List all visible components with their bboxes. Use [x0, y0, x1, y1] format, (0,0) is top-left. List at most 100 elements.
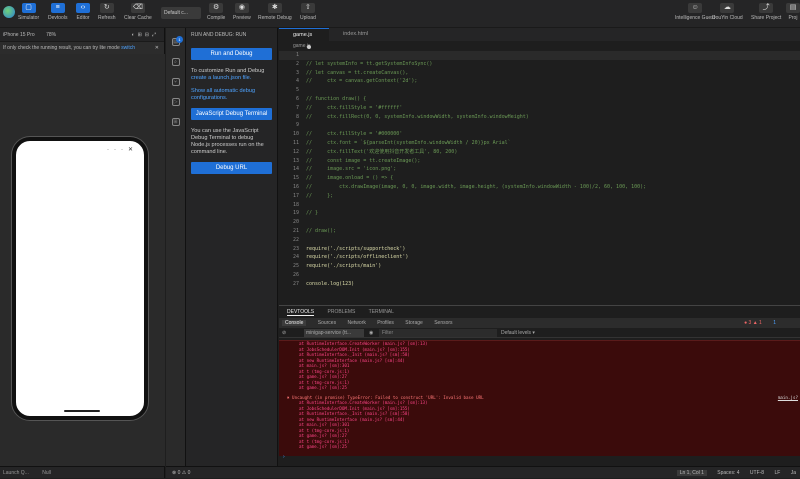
- tab-problems[interactable]: PROBLEMS: [328, 309, 356, 315]
- bottom-panel: DEVTOOLS PROBLEMS TERMINAL Console Sourc…: [279, 305, 800, 466]
- run-debug-icon[interactable]: ▷: [171, 98, 180, 106]
- simulator-button[interactable]: ▢ Simulator: [18, 3, 39, 21]
- intelligence-guest-button[interactable]: ☺ Intelligence Guest: [675, 3, 715, 21]
- tab-game-js[interactable]: game.js: [279, 28, 329, 49]
- douyin-cloud-button[interactable]: ☁ DouYin Cloud: [712, 3, 743, 21]
- customize-text: To customize Run and Debug create a laun…: [191, 68, 265, 81]
- context-select[interactable]: minigap-service (tt...: [304, 329, 364, 337]
- cursor-position[interactable]: Ln 1, Col 1: [676, 470, 707, 476]
- code-line[interactable]: 1: [279, 51, 800, 60]
- issue-counts[interactable]: ● 3 ▲ 1 1: [744, 318, 786, 328]
- code-line[interactable]: 18: [279, 201, 800, 210]
- code-line[interactable]: 11 // ctx.font = `${parseInt(systemInfo.w…: [279, 139, 800, 148]
- source-control-icon[interactable]: ⑂: [171, 78, 180, 86]
- compile-button[interactable]: ⚙ Compile: [207, 3, 225, 21]
- clear-console-icon[interactable]: ⊘: [282, 330, 286, 336]
- tab-storage[interactable]: Storage: [405, 320, 423, 326]
- code-line[interactable]: 14 // image.src = 'icon.png';: [279, 165, 800, 174]
- panel-tabs: DEVTOOLS PROBLEMS TERMINAL: [279, 306, 800, 318]
- remote-debug-button[interactable]: ✱ Remote Debug: [258, 3, 292, 21]
- filter-input[interactable]: Filter: [379, 329, 497, 337]
- code-line[interactable]: 24 require('./scripts/offlineclient'): [279, 253, 800, 262]
- code-text: // image.onload = () => {: [306, 175, 394, 182]
- code-line[interactable]: 15 // image.onload = () => {: [279, 174, 800, 183]
- code-text: // draw();: [306, 227, 337, 234]
- search-icon[interactable]: ⌕: [171, 58, 180, 66]
- device-select[interactable]: iPhone 15 Pro: [3, 32, 35, 38]
- code-line[interactable]: 13 // const image = tt.createImage();: [279, 157, 800, 166]
- code-line[interactable]: 21 // draw();: [279, 227, 800, 236]
- code-line[interactable]: 26: [279, 271, 800, 280]
- code-line[interactable]: 27 console.log(123): [279, 280, 800, 289]
- problems-count[interactable]: ⊗ 0 ⚠ 0: [172, 467, 190, 479]
- encoding[interactable]: UTF-8: [750, 470, 764, 476]
- create-launch-link[interactable]: create a launch.json file.: [191, 75, 251, 81]
- language-mode[interactable]: Ja: [791, 470, 796, 476]
- code-line[interactable]: 9: [279, 121, 800, 130]
- devtools-icon: ≡: [50, 3, 65, 13]
- line-number: 5: [295, 87, 299, 94]
- show-automatic-config-link[interactable]: Show all automatic debug configurations.: [191, 88, 255, 101]
- devtools-button[interactable]: ≡ Devtools: [48, 3, 67, 21]
- indentation[interactable]: Spaces: 4: [717, 470, 739, 476]
- preview-button[interactable]: ◉ Preview: [233, 3, 251, 21]
- tab-console[interactable]: Console: [282, 320, 307, 326]
- devtools-tabs: Console Sources Network Profiles Storage…: [279, 318, 800, 328]
- line-number: 22: [292, 236, 299, 243]
- error-text: ✖ Uncaught (in promise) TypeError: Faile…: [287, 394, 484, 400]
- simulator-tools[interactable]: ◐⊞⊟⤢: [132, 28, 159, 42]
- tab-sensors[interactable]: Sensors: [434, 320, 452, 326]
- code-line[interactable]: 2 // let systemInfo = tt.getSystemInfoSyn…: [279, 60, 800, 69]
- simulator-viewport: ···✕: [0, 54, 165, 466]
- project-button[interactable]: ▤ Proj: [786, 3, 800, 21]
- code-line[interactable]: 22: [279, 236, 800, 245]
- phone-frame[interactable]: ···✕: [12, 137, 148, 420]
- refresh-icon: ↻: [99, 3, 114, 13]
- code-line[interactable]: 7 // ctx.fillStyle = '#ffffff': [279, 104, 800, 113]
- code-lines[interactable]: 1 2// let systemInfo = tt.getSystemInfoSy…: [279, 51, 800, 289]
- code-line[interactable]: 19 // }: [279, 209, 800, 218]
- console-prompt[interactable]: ›: [283, 454, 285, 460]
- line-number: 6: [295, 95, 299, 102]
- code-line[interactable]: 8 // ctx.fillRect(0, 0, systemInfo.window…: [279, 113, 800, 122]
- switch-link[interactable]: switch: [121, 45, 135, 51]
- code-line[interactable]: 6 // function draw() {: [279, 95, 800, 104]
- capsule-menu[interactable]: ···✕: [107, 146, 138, 153]
- line-ending[interactable]: LF: [774, 470, 780, 476]
- debug-url-button[interactable]: Debug URL: [191, 162, 272, 174]
- extensions-icon[interactable]: ⊞: [171, 118, 180, 126]
- code-line[interactable]: 20: [279, 218, 800, 227]
- launch-select[interactable]: Launch Q...: [3, 470, 29, 476]
- editor-button[interactable]: ‹› Editor: [76, 3, 90, 21]
- code-line[interactable]: 10 // ctx.fillStyle = '#000000': [279, 130, 800, 139]
- cloud-icon: ☁: [720, 3, 735, 13]
- upload-button[interactable]: ⇧ Upload: [300, 3, 316, 21]
- code-line[interactable]: 16 // ctx.drawImage(image, 0, 0, image.wi…: [279, 183, 800, 192]
- close-icon[interactable]: ✕: [155, 42, 159, 54]
- compile-mode-select[interactable]: Default c...: [161, 7, 201, 19]
- code-line[interactable]: 3 // let canvas = tt.createCanvas(),: [279, 69, 800, 78]
- line-number: 24: [292, 254, 299, 261]
- refresh-button[interactable]: ↻ Refresh: [98, 3, 116, 21]
- code-line[interactable]: 12 // ctx.fillText('欢迎使用抖音开发者工具', 80, 200…: [279, 148, 800, 157]
- share-project-button[interactable]: ⤴ Share Project: [751, 3, 781, 21]
- console-filter-bar: ⊘ minigap-service (tt... ◉ Filter Defaul…: [279, 328, 800, 338]
- tab-network[interactable]: Network: [347, 320, 365, 326]
- js-debug-terminal-button[interactable]: JavaScript Debug Terminal: [191, 108, 272, 120]
- tab-index-html[interactable]: index.html: [329, 28, 389, 41]
- code-line[interactable]: 17 // };: [279, 192, 800, 201]
- tab-devtools[interactable]: DEVTOOLS: [287, 309, 315, 316]
- tab-sources[interactable]: Sources: [318, 320, 336, 326]
- levels-select[interactable]: Default levels ▾: [501, 328, 535, 338]
- line-number: 10: [292, 131, 299, 138]
- clear-cache-button[interactable]: ⌫ Clear Cache: [124, 3, 152, 21]
- code-line[interactable]: 5: [279, 86, 800, 95]
- eye-icon[interactable]: ◉: [369, 328, 373, 338]
- zoom-select[interactable]: 78%: [46, 32, 56, 38]
- code-line[interactable]: 23 require('./scripts/supportcheck'): [279, 245, 800, 254]
- tab-terminal[interactable]: TERMINAL: [369, 309, 394, 315]
- code-line[interactable]: 25 require('./scripts/main'): [279, 262, 800, 271]
- code-line[interactable]: 4 // ctx = canvas.getContext('2d');: [279, 77, 800, 86]
- run-and-debug-button[interactable]: Run and Debug: [191, 48, 272, 60]
- tab-profiles[interactable]: Profiles: [377, 320, 394, 326]
